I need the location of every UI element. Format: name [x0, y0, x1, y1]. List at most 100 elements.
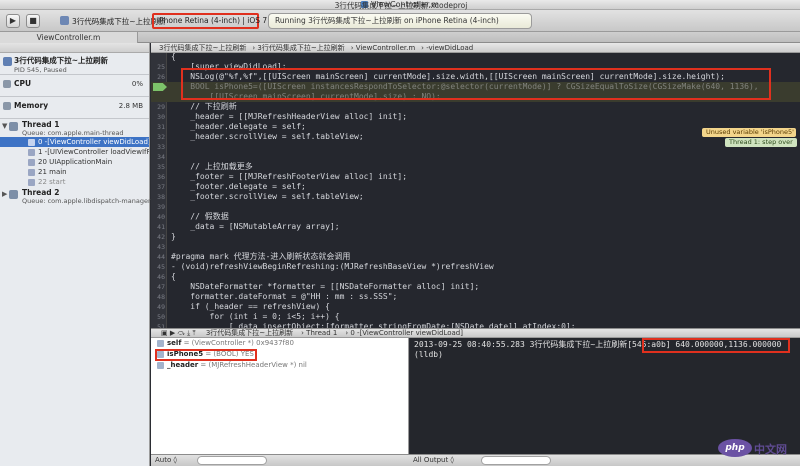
- code-line[interactable]: 49 if (_header == refreshView) {: [151, 302, 800, 312]
- run-button[interactable]: ▶: [6, 14, 20, 28]
- line-number: 29: [157, 103, 165, 111]
- console-filter[interactable]: [481, 456, 551, 465]
- code-text: for (int i = 0; i<5; i++) {: [171, 312, 340, 321]
- frame-icon: [28, 139, 35, 146]
- app-icon: [3, 57, 12, 66]
- code-text: _footer.scrollView = self.tableView;: [171, 192, 364, 201]
- debug-bar: ▣ ▶ ⤼ ⤓ ⤒ 3行代码集成下拉~上拉刷新 › Thread 1 › 0 -[V…: [151, 328, 800, 338]
- debug-controls[interactable]: ▣ ▶ ⤼ ⤓ ⤒: [161, 329, 196, 337]
- line-number: 44: [157, 253, 165, 261]
- jumpbar-project[interactable]: 3行代码集成下拉~上拉刷新: [159, 44, 246, 52]
- line-number: 25: [157, 63, 165, 71]
- tab-viewcontroller[interactable]: ViewController.m: [0, 32, 138, 43]
- code-text: formatter.dateFormat = @"HH : mm : ss.SS…: [171, 292, 398, 301]
- frame-icon: [28, 169, 35, 176]
- line-number: 36: [157, 173, 165, 181]
- cpu-icon: [3, 80, 11, 88]
- code-text: #pragma mark 代理方法-进入刷新状态就会调用: [171, 252, 351, 261]
- process-pid: PID 545, Paused: [14, 66, 67, 74]
- line-number: 33: [157, 143, 165, 151]
- code-line[interactable]: 36 _footer = [[MJRefreshFooterView alloc…: [151, 172, 800, 182]
- stack-frame[interactable]: 20 UIApplicationMain: [0, 157, 149, 167]
- code-line[interactable]: 42}: [151, 232, 800, 242]
- thread-name: Thread 1: [22, 120, 60, 129]
- code-line[interactable]: 37 _footer.delegate = self;: [151, 182, 800, 192]
- line-number: 30: [157, 113, 165, 121]
- code-line[interactable]: 50 for (int i = 0; i<5; i++) {: [151, 312, 800, 322]
- code-line[interactable]: {: [151, 53, 800, 62]
- thread-row[interactable]: ▼ Thread 1 Queue: com.apple.main-thread: [0, 119, 149, 137]
- debug-scheme[interactable]: 3行代码集成下拉~上拉刷新: [206, 329, 293, 337]
- code-text: _footer.delegate = self;: [171, 182, 306, 191]
- stack-frame[interactable]: 0 -[ViewController viewDidLoad]: [0, 137, 149, 147]
- debug-frame[interactable]: 0 -[ViewController viewDidLoad]: [350, 329, 463, 337]
- stack-frame[interactable]: 22 start: [0, 177, 149, 187]
- process-row[interactable]: 3行代码集成下拉~上拉刷新 PID 545, Paused: [0, 53, 149, 75]
- code-line[interactable]: 29 // 下拉刷新: [151, 102, 800, 112]
- code-line[interactable]: 48 formatter.dateFormat = @"HH : mm : ss…: [151, 292, 800, 302]
- watermark-text: 中文网: [754, 443, 787, 456]
- code-line[interactable]: 40 // 假数据: [151, 212, 800, 222]
- variables-filter[interactable]: [197, 456, 267, 465]
- code-line[interactable]: 33: [151, 142, 800, 152]
- source-editor[interactable]: {25 [super viewDidLoad]; 26 NSLog(@"%f,%f…: [151, 53, 800, 328]
- thread-queue: Queue: com.apple.libdispatch-manager: [22, 197, 151, 205]
- disclosure-triangle-icon[interactable]: ▼: [2, 122, 7, 130]
- code-text: // 上拉加载更多: [171, 162, 253, 171]
- highlight-box: [155, 349, 257, 361]
- line-number: 37: [157, 183, 165, 191]
- destination-selector[interactable]: iPhone Retina (4-inch) | iOS 7.0: [152, 13, 274, 29]
- bottom-bar: Auto ◊ All Output ◊: [151, 454, 800, 466]
- process-name: 3行代码集成下拉~上拉刷新: [14, 56, 109, 65]
- code-text: // 假数据: [171, 212, 229, 221]
- code-line[interactable]: 46 {: [151, 272, 800, 282]
- code-text: {: [171, 272, 176, 281]
- highlight-box: [642, 338, 790, 353]
- stack-frame[interactable]: 1 -[UIViewController loadViewIfR...: [0, 147, 149, 157]
- code-line[interactable]: 38 _footer.scrollView = self.tableView;: [151, 192, 800, 202]
- variable-icon: [157, 340, 164, 347]
- debug-navigator: 3行代码集成下拉~上拉刷新 PID 545, Paused CPU 0% Mem…: [0, 43, 151, 466]
- activity-viewer: Running 3行代码集成下拉~上拉刷新 on iPhone Retina (…: [268, 13, 532, 29]
- code-text: - (void)refreshViewBeginRefreshing:(MJRe…: [171, 262, 494, 271]
- line-number: 45: [157, 263, 165, 271]
- auto-scope-popup[interactable]: Auto ◊: [155, 455, 177, 466]
- variable-row[interactable]: self = (ViewController *) 0x9437f80: [151, 338, 408, 349]
- code-line[interactable]: 34: [151, 152, 800, 162]
- scheme-selector[interactable]: 3行代码集成下拉~上拉刷新: [60, 15, 166, 28]
- line-number: 50: [157, 313, 165, 321]
- thread-row[interactable]: ▶ Thread 2 Queue: com.apple.libdispatch-…: [0, 187, 151, 205]
- jumpbar-group[interactable]: 3行代码集成下拉~上拉刷新: [257, 44, 344, 52]
- debug-thread[interactable]: Thread 1: [306, 329, 337, 337]
- cpu-gauge[interactable]: CPU 0%: [0, 75, 149, 97]
- navigator-header: [0, 43, 149, 53]
- code-line[interactable]: 41 _data = [NSMutableArray array];: [151, 222, 800, 232]
- variable-row[interactable]: _header = (MJRefreshHeaderView *) nil: [151, 360, 408, 371]
- warning-badge[interactable]: Unused variable 'isPhone5': [702, 128, 796, 137]
- line-number: 41: [157, 223, 165, 231]
- code-text: _header.delegate = self;: [171, 122, 306, 131]
- line-number: 39: [157, 203, 165, 211]
- jumpbar-method[interactable]: -viewDidLoad: [426, 44, 473, 52]
- stack-frame[interactable]: 21 main: [0, 167, 149, 177]
- toolbar: ▶ ■ 3行代码集成下拉~上拉刷新 iPhone Retina (4-inch)…: [0, 1, 800, 32]
- code-line[interactable]: 44 #pragma mark 代理方法-进入刷新状态就会调用: [151, 252, 800, 262]
- tab-bar: ViewController.m: [0, 32, 800, 43]
- line-number: 48: [157, 293, 165, 301]
- step-badge: Thread 1: step over: [725, 138, 797, 147]
- disclosure-triangle-icon[interactable]: ▶: [2, 190, 7, 198]
- thread-icon: [9, 190, 18, 199]
- code-line[interactable]: 30 _header = [[MJRefreshHeaderView alloc…: [151, 112, 800, 122]
- code-line[interactable]: 35 // 上拉加载更多: [151, 162, 800, 172]
- jumpbar-file[interactable]: ViewController.m: [356, 44, 415, 52]
- code-line[interactable]: 47 NSDateFormatter *formatter = [[NSDate…: [151, 282, 800, 292]
- thread-queue: Queue: com.apple.main-thread: [22, 129, 124, 137]
- line-number: 47: [157, 283, 165, 291]
- code-line[interactable]: 45 - (void)refreshViewBeginRefreshing:(MJ…: [151, 262, 800, 272]
- code-line[interactable]: 39: [151, 202, 800, 212]
- stop-button[interactable]: ■: [26, 14, 40, 28]
- output-popup[interactable]: All Output ◊: [413, 455, 454, 466]
- memory-gauge[interactable]: Memory 2.8 MB: [0, 97, 149, 119]
- line-number: 34: [157, 153, 165, 161]
- code-line[interactable]: 43: [151, 242, 800, 252]
